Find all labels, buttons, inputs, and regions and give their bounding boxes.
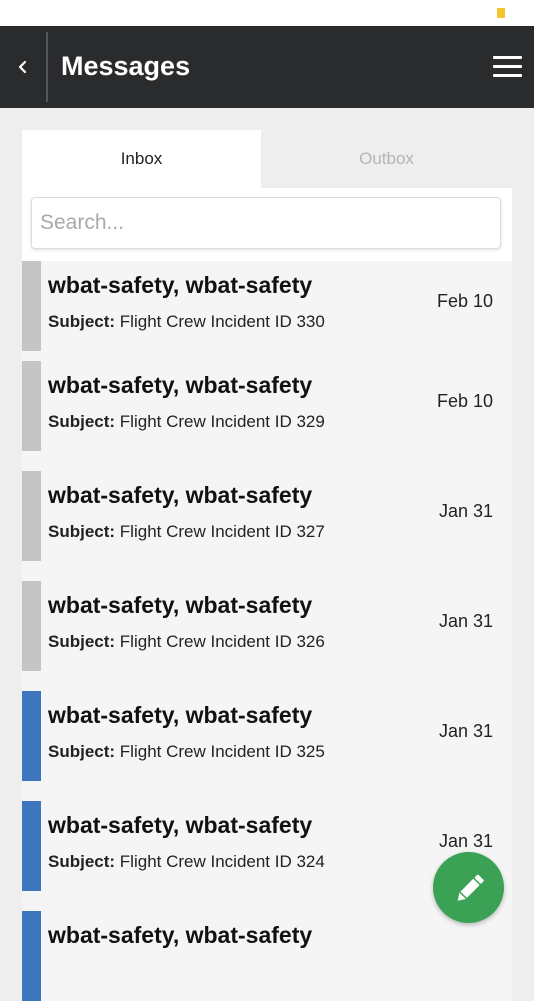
- tab-bar: Inbox Outbox: [22, 130, 512, 188]
- unread-status-bar: [22, 801, 41, 891]
- message-date: Feb 10: [436, 391, 493, 411]
- battery-icon: [497, 8, 505, 18]
- message-sender: wbat-safety, wbat-safety: [48, 702, 313, 728]
- page-title: Messages: [61, 51, 191, 81]
- message-row[interactable]: wbat-safety, wbat-safety Subject: Flight…: [22, 361, 512, 451]
- message-row[interactable]: wbat-safety, wbat-safety: [22, 911, 512, 1001]
- menu-button[interactable]: [488, 52, 528, 82]
- hamburger-menu-icon: [493, 56, 522, 59]
- message-sender: wbat-safety, wbat-safety: [48, 922, 313, 948]
- unread-status-bar: [22, 911, 41, 1001]
- message-sender: wbat-safety, wbat-safety: [48, 482, 313, 508]
- message-date: Jan 31: [438, 831, 493, 851]
- message-sender: wbat-safety, wbat-safety: [48, 372, 313, 398]
- subject-text: Flight Crew Incident ID 327: [119, 522, 325, 541]
- message-date: Jan 31: [438, 611, 493, 631]
- message-date: Jan 31: [438, 501, 493, 521]
- search-area: [22, 188, 512, 261]
- message-subject: Subject: Flight Crew Incident ID 327: [48, 522, 325, 542]
- message-sender: wbat-safety, wbat-safety: [48, 812, 313, 838]
- header-divider: [46, 32, 48, 102]
- subject-label: Subject:: [48, 742, 116, 761]
- messages-panel: Inbox Outbox wbat-safety, wbat-safety Su…: [22, 130, 512, 1001]
- message-subject: Subject: Flight Crew Incident ID 330: [48, 312, 325, 332]
- message-subject: Subject: Flight Crew Incident ID 326: [48, 632, 325, 652]
- message-sender: wbat-safety, wbat-safety: [48, 272, 313, 298]
- chevron-left-icon: [18, 60, 27, 74]
- compose-button[interactable]: [433, 852, 504, 923]
- subject-text: Flight Crew Incident ID 330: [119, 312, 325, 331]
- subject-text: Flight Crew Incident ID 324: [119, 852, 325, 871]
- read-status-bar: [22, 261, 41, 351]
- read-status-bar: [22, 361, 41, 451]
- hamburger-line: [493, 65, 522, 68]
- status-bar: [0, 0, 534, 26]
- subject-label: Subject:: [48, 852, 116, 871]
- message-date: Feb 10: [436, 291, 493, 311]
- read-status-bar: [22, 581, 41, 671]
- subject-label: Subject:: [48, 632, 116, 651]
- message-subject: Subject: Flight Crew Incident ID 329: [48, 412, 325, 432]
- hamburger-line: [493, 74, 522, 77]
- message-row[interactable]: wbat-safety, wbat-safety Subject: Flight…: [22, 691, 512, 781]
- tab-inbox[interactable]: Inbox: [22, 130, 261, 188]
- subject-text: Flight Crew Incident ID 329: [119, 412, 325, 431]
- subject-label: Subject:: [48, 412, 116, 431]
- pencil-icon: [457, 874, 484, 901]
- message-date: Jan 31: [438, 721, 493, 741]
- subject-label: Subject:: [48, 312, 116, 331]
- read-status-bar: [22, 471, 41, 561]
- message-row[interactable]: wbat-safety, wbat-safety Subject: Flight…: [22, 261, 512, 351]
- message-subject: Subject: Flight Crew Incident ID 324: [48, 852, 325, 872]
- subject-text: Flight Crew Incident ID 325: [119, 742, 325, 761]
- tab-outbox[interactable]: Outbox: [261, 130, 512, 188]
- message-subject: Subject: Flight Crew Incident ID 325: [48, 742, 325, 762]
- search-input[interactable]: [31, 197, 501, 249]
- message-sender: wbat-safety, wbat-safety: [48, 592, 313, 618]
- unread-status-bar: [22, 691, 41, 781]
- app-header: Messages: [0, 26, 534, 108]
- subject-label: Subject:: [48, 522, 116, 541]
- subject-text: Flight Crew Incident ID 326: [119, 632, 325, 651]
- back-button[interactable]: [0, 26, 46, 108]
- message-row[interactable]: wbat-safety, wbat-safety Subject: Flight…: [22, 581, 512, 671]
- message-row[interactable]: wbat-safety, wbat-safety Subject: Flight…: [22, 471, 512, 561]
